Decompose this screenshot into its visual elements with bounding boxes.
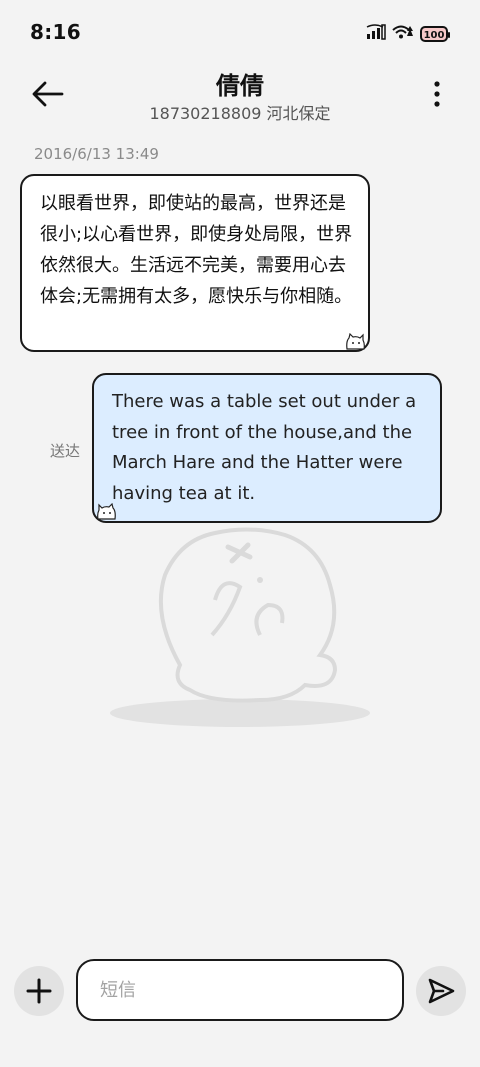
signal-icon [366, 24, 386, 44]
contact-name: 倩倩 [216, 72, 264, 100]
send-icon [428, 978, 455, 1004]
attach-button[interactable] [14, 966, 64, 1016]
cat-mascot-watermark [110, 505, 380, 740]
contact-number-location: 18730218809 河北保定 [149, 104, 331, 123]
message-timestamp: 2016/6/13 13:49 [34, 145, 159, 163]
plus-icon [26, 978, 52, 1004]
more-vertical-icon [434, 81, 440, 107]
outgoing-message-bubble[interactable]: There was a table set out under a tree i… [92, 373, 442, 523]
cat-sticker-icon [344, 330, 366, 350]
sms-input[interactable] [76, 959, 404, 1021]
outgoing-message-text: There was a table set out under a tree i… [112, 391, 417, 504]
composer-bar [0, 935, 480, 1067]
wifi-icon [392, 24, 414, 44]
status-time: 8:16 [30, 20, 81, 44]
incoming-message-text: 以眼看世界，即使站的最高，世界还是很小;以心看世界，即使身处局限，世界依然很大。… [40, 193, 353, 307]
battery-icon: 100 [420, 26, 450, 42]
more-options-button[interactable] [430, 78, 444, 110]
incoming-message-bubble[interactable]: 以眼看世界，即使站的最高，世界还是很小;以心看世界，即使身处局限，世界依然很大。… [20, 174, 370, 352]
status-icons: 100 [366, 24, 450, 44]
conversation-header: 倩倩 18730218809 河北保定 [0, 64, 480, 134]
delivery-status: 送达 [50, 442, 81, 460]
status-bar: 8:16 100 [0, 0, 480, 64]
send-button[interactable] [416, 966, 466, 1016]
